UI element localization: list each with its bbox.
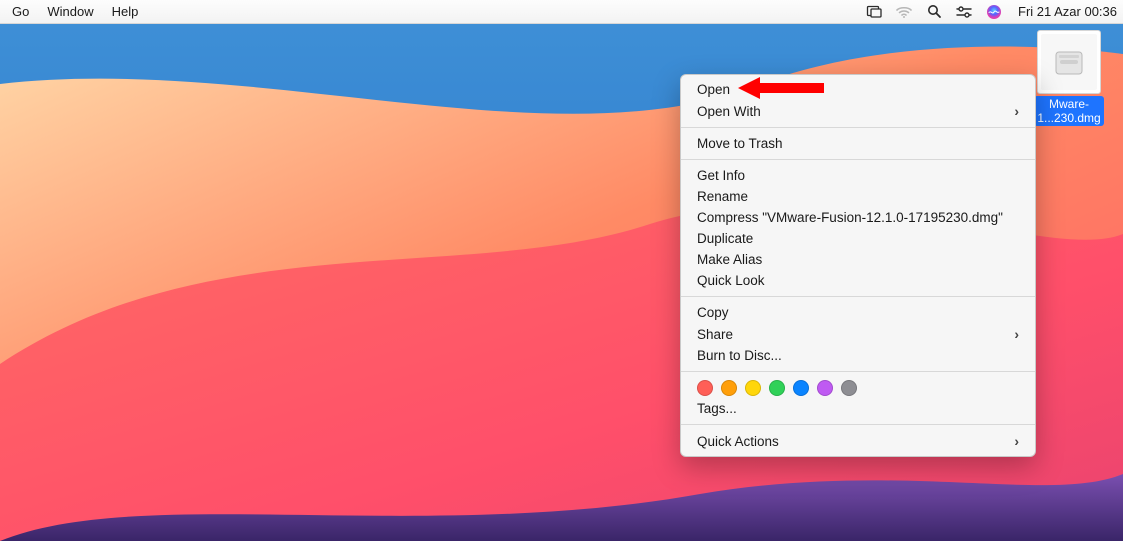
file-label: Mware- 1...230.dmg [1034,96,1103,126]
menu-go[interactable]: Go [12,4,29,19]
separator [681,424,1035,425]
separator [681,159,1035,160]
disk-image-icon [1041,34,1097,90]
ctx-duplicate[interactable]: Duplicate [681,228,1035,249]
tag-orange[interactable] [721,380,737,396]
menu-bar-left: Go Window Help [12,4,138,19]
menu-help[interactable]: Help [112,4,139,19]
tag-red[interactable] [697,380,713,396]
ctx-compress[interactable]: Compress "VMware-Fusion-12.1.0-17195230.… [681,207,1035,228]
chevron-right-icon: › [1014,433,1019,449]
siri-icon[interactable] [986,4,1002,20]
ctx-tags[interactable]: Tags... [681,398,1035,419]
file-label-line1: Mware- [1049,97,1089,111]
ctx-quick-look[interactable]: Quick Look [681,270,1035,291]
chevron-right-icon: › [1014,326,1019,342]
desktop[interactable]: Mware- 1...230.dmg Open Open With› Move … [0,24,1123,541]
ctx-make-alias[interactable]: Make Alias [681,249,1035,270]
spotlight-icon[interactable] [926,4,942,20]
separator [681,127,1035,128]
ctx-share[interactable]: Share› [681,323,1035,345]
file-thumb [1037,30,1101,94]
separator [681,371,1035,372]
file-label-line2: 1...230.dmg [1037,111,1100,125]
tag-green[interactable] [769,380,785,396]
ctx-copy[interactable]: Copy [681,302,1035,323]
tag-purple[interactable] [817,380,833,396]
menu-window[interactable]: Window [47,4,93,19]
tag-yellow[interactable] [745,380,761,396]
ctx-quick-actions[interactable]: Quick Actions› [681,430,1035,452]
control-center-icon[interactable] [956,4,972,20]
tag-blue[interactable] [793,380,809,396]
menu-bar-right: Fri 21 Azar 00:36 [866,4,1117,20]
context-menu: Open Open With› Move to Trash Get Info R… [680,74,1036,457]
separator [681,296,1035,297]
ctx-open[interactable]: Open [681,79,1035,100]
wifi-icon[interactable] [896,4,912,20]
ctx-rename[interactable]: Rename [681,186,1035,207]
ctx-burn[interactable]: Burn to Disc... [681,345,1035,366]
menu-bar: Go Window Help Fri 21 Azar 00:36 [0,0,1123,24]
desktop-file-dmg[interactable]: Mware- 1...230.dmg [1029,30,1109,126]
tag-gray[interactable] [841,380,857,396]
chevron-right-icon: › [1014,103,1019,119]
ctx-get-info[interactable]: Get Info [681,165,1035,186]
ctx-open-with[interactable]: Open With› [681,100,1035,122]
menubar-clock[interactable]: Fri 21 Azar 00:36 [1018,4,1117,19]
screen-mirroring-icon[interactable] [866,4,882,20]
annotation-arrow [738,77,824,99]
ctx-move-to-trash[interactable]: Move to Trash [681,133,1035,154]
tag-dots-row [681,377,1035,398]
